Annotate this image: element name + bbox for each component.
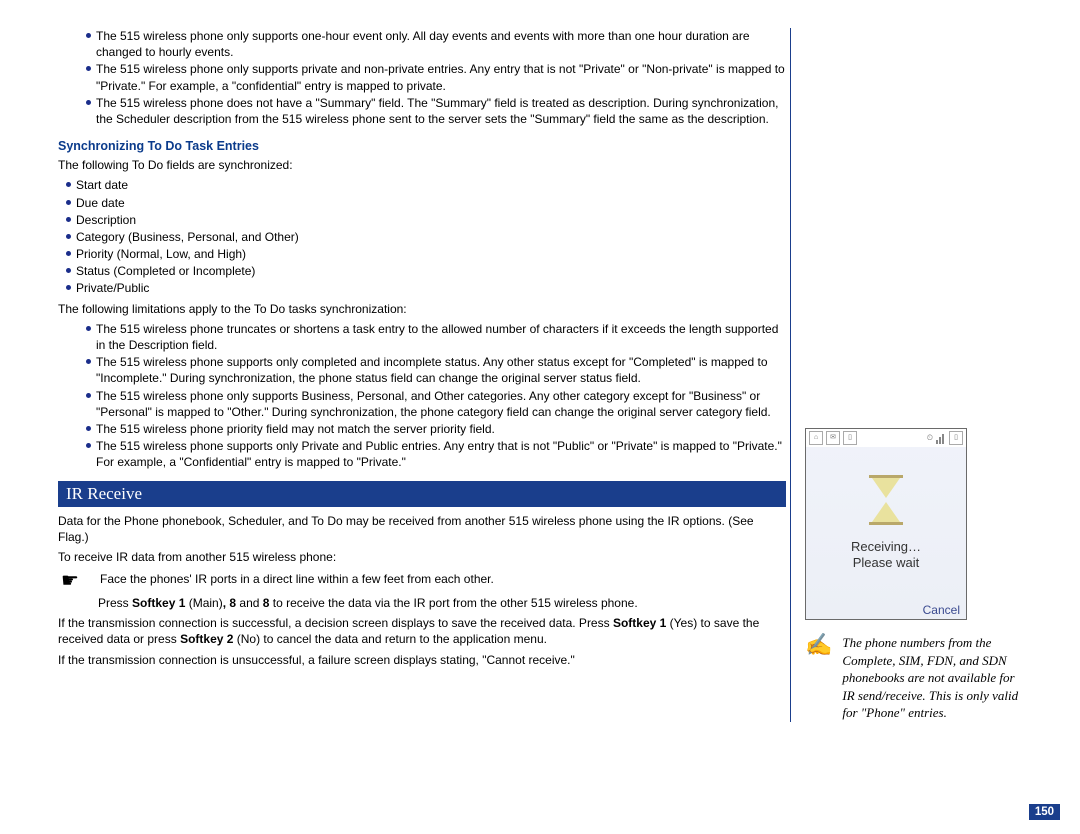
key-label: , 8 (223, 596, 236, 610)
signal-icon (936, 432, 946, 444)
text: Press (98, 596, 132, 610)
text: (Main) (185, 596, 222, 610)
note-text: The phone numbers from the Complete, SIM… (842, 634, 1020, 722)
list-item: The 515 wireless phone only supports Bus… (58, 388, 786, 420)
phone-icon: ⌂ (809, 431, 823, 445)
text: If the transmission connection is succes… (58, 616, 613, 630)
list-item: Private/Public (58, 280, 786, 296)
list-item: Description (58, 212, 786, 228)
step-row: ☛ Face the phones' IR ports in a direct … (58, 571, 786, 591)
ir-failure-para: If the transmission connection is unsucc… (58, 652, 786, 668)
ir-sub-intro: To receive IR data from another 515 wire… (58, 549, 786, 565)
text: and (236, 596, 263, 610)
battery-icon: ▯ (843, 431, 857, 445)
list-item: Category (Business, Personal, and Other) (58, 229, 786, 245)
softkey-label: Softkey 1 (132, 596, 185, 610)
ir-success-para: If the transmission connection is succes… (58, 615, 786, 647)
list-item: The 515 wireless phone supports only Pri… (58, 438, 786, 470)
sync-fields-intro: The following To Do fields are synchroni… (58, 157, 786, 173)
phone-text-line: Receiving… (851, 539, 921, 555)
list-item: The 515 wireless phone only supports one… (58, 28, 786, 60)
list-item: Due date (58, 195, 786, 211)
phone-screenshot: ⌂ ✉ ▯ ⏲ ▯ Receiving… Please wait (805, 428, 967, 620)
clock-icon: ⏲ (927, 433, 933, 443)
ir-intro: Data for the Phone phonebook, Scheduler,… (58, 513, 786, 545)
hourglass-icon (869, 475, 903, 525)
pointer-icon: ☛ (58, 571, 82, 591)
list-item: The 515 wireless phone truncates or shor… (58, 321, 786, 353)
step-text: Press Softkey 1 (Main), 8 and 8 to recei… (98, 595, 786, 611)
main-content: The 515 wireless phone only supports one… (0, 28, 790, 722)
list-item: The 515 wireless phone only supports pri… (58, 61, 786, 93)
ir-receive-heading: IR Receive (58, 481, 786, 507)
list-item: Status (Completed or Incomplete) (58, 263, 786, 279)
list-item: Priority (Normal, Low, and High) (58, 246, 786, 262)
battery-icon: ▯ (949, 431, 963, 445)
phone-status-bar: ⌂ ✉ ▯ ⏲ ▯ (806, 429, 966, 447)
text: to receive the data via the IR port from… (269, 596, 637, 610)
sync-fields-list: Start date Due date Description Category… (58, 177, 786, 296)
sync-limits-intro: The following limitations apply to the T… (58, 301, 786, 317)
list-item: The 515 wireless phone does not have a "… (58, 95, 786, 127)
softkey-label: Softkey 1 (613, 616, 666, 630)
list-item: Start date (58, 177, 786, 193)
list-item: The 515 wireless phone supports only com… (58, 354, 786, 386)
event-limitations-list: The 515 wireless phone only supports one… (58, 28, 786, 127)
softkey-label: Softkey 2 (180, 632, 233, 646)
text: (No) to cancel the data and return to th… (233, 632, 547, 646)
phone-message: Receiving… Please wait (851, 539, 921, 572)
sync-limits-list: The 515 wireless phone truncates or shor… (58, 321, 786, 471)
list-item: The 515 wireless phone priority field ma… (58, 421, 786, 437)
note-icon: ✍ (805, 634, 832, 722)
page-number: 150 (1029, 804, 1060, 820)
side-note: ✍ The phone numbers from the Complete, S… (805, 634, 1020, 722)
softkey-cancel: Cancel (923, 603, 960, 617)
sync-todo-heading: Synchronizing To Do Task Entries (58, 139, 786, 153)
mail-icon: ✉ (826, 431, 840, 445)
step-text: Face the phones' IR ports in a direct li… (100, 571, 786, 587)
sidebar: ⌂ ✉ ▯ ⏲ ▯ Receiving… Please wait (790, 28, 1020, 722)
phone-text-line: Please wait (851, 555, 921, 571)
